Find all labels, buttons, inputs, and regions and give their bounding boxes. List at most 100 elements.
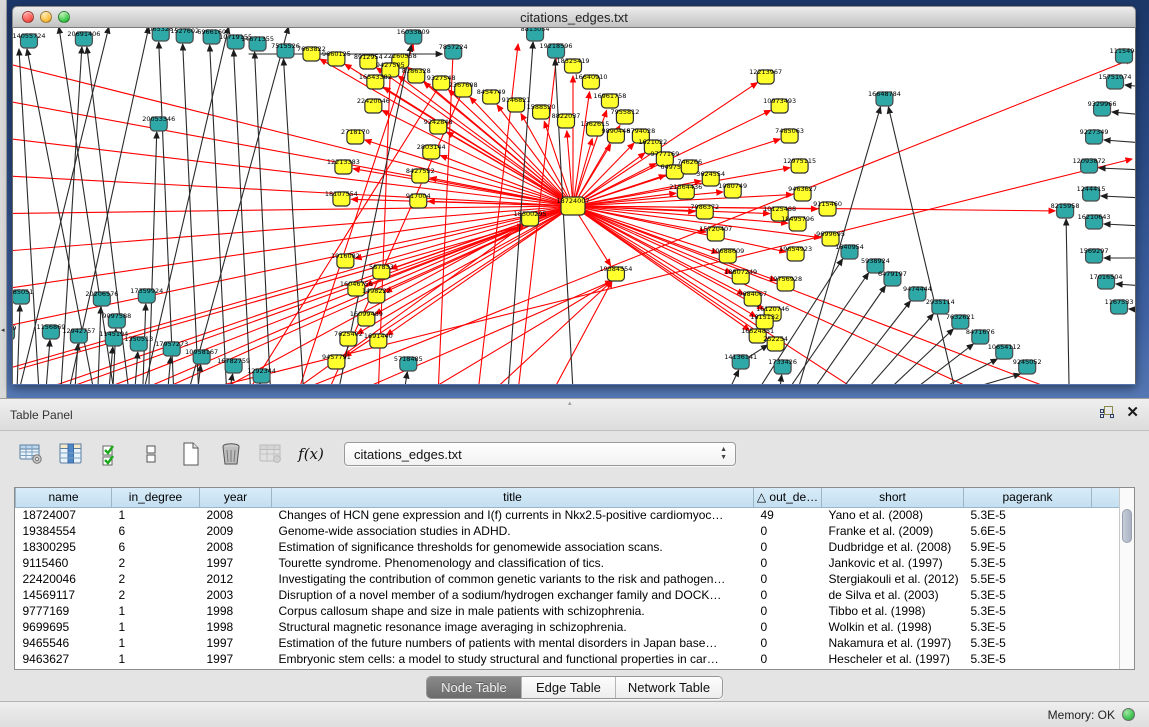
table-cell[interactable]: Franke et al. (2009) (822, 523, 964, 539)
table-cell[interactable]: 19384554 (16, 523, 112, 539)
graph-node[interactable]: 18724007 (557, 197, 590, 215)
table-cell[interactable]: 5.3E-5 (964, 651, 1092, 667)
table-cell[interactable]: 1997 (200, 635, 272, 651)
table-row[interactable]: 1872400712008Changes of HCN gene express… (16, 507, 1122, 523)
graph-node[interactable]: 9463627 (788, 185, 817, 201)
citation-edge[interactable] (780, 375, 782, 384)
table-row[interactable]: 2242004622012Investigating the contribut… (16, 571, 1122, 587)
close-panel-icon[interactable]: ✕ (1126, 405, 1139, 420)
graph-node[interactable]: 1640954 (835, 243, 864, 259)
graph-node[interactable]: 9245052 (1013, 358, 1042, 374)
table-cell[interactable]: 0 (754, 635, 822, 651)
table-cell[interactable]: Estimation of significance thresholds fo… (272, 539, 754, 555)
graph-node[interactable]: 8471676 (966, 328, 995, 344)
table-cell[interactable]: 9115460 (16, 555, 112, 571)
table-row[interactable]: 946554611997Estimation of the future num… (16, 635, 1122, 651)
graph-node[interactable]: 8822037 (552, 112, 581, 128)
table-row[interactable]: 1938455462009Genome-wide association stu… (16, 523, 1122, 539)
table-select-dropdown[interactable]: citations_edges.txt ▲▼ (344, 442, 736, 466)
graph-node[interactable]: 1115498 (1110, 47, 1135, 63)
citation-edge[interactable] (17, 305, 20, 384)
table-cell[interactable]: 2009 (200, 523, 272, 539)
graph-node[interactable]: 9684067 (738, 290, 767, 306)
citation-edge[interactable] (159, 42, 174, 384)
table-cell[interactable]: Hescheler et al. (1997) (822, 651, 964, 667)
column-header-year[interactable]: year (200, 488, 272, 507)
citation-edge[interactable] (1099, 168, 1135, 170)
citation-edge[interactable] (144, 28, 229, 384)
graph-node[interactable]: 14055724 (13, 32, 45, 48)
graph-node[interactable]: 10958167 (185, 348, 218, 364)
table-cell[interactable]: 2008 (200, 539, 272, 555)
graph-node[interactable]: 185051 (13, 288, 33, 304)
graph-node[interactable]: 9242848 (424, 118, 453, 134)
graph-node[interactable]: 16640910 (574, 73, 607, 89)
table-cell[interactable]: 1 (112, 635, 200, 651)
graph-node[interactable]: 1916082 (331, 252, 360, 268)
table-cell[interactable]: 9463627 (16, 651, 112, 667)
table-cell[interactable]: 22420046 (16, 571, 112, 587)
table-cell[interactable]: 6 (112, 539, 200, 555)
graph-node[interactable]: 14671355 (241, 35, 274, 51)
graph-node[interactable]: 10973493 (763, 97, 796, 113)
delete-button[interactable] (218, 441, 244, 467)
graph-node[interactable]: 1292344 (247, 367, 276, 383)
graph-node[interactable]: 1080749 (718, 182, 747, 198)
table-cell[interactable]: 1997 (200, 651, 272, 667)
graph-node[interactable]: 1350513 (124, 335, 153, 351)
graph-node[interactable]: 16543382 (359, 73, 392, 89)
table-cell[interactable]: 5.3E-5 (964, 507, 1092, 523)
citation-edge[interactable] (888, 107, 955, 384)
citation-edge[interactable] (567, 131, 573, 206)
table-cell[interactable]: 18300295 (16, 539, 112, 555)
network-graph[interactable]: 1872400776638229660125891295422260558942… (13, 28, 1135, 384)
graph-node[interactable]: 18107554 (325, 190, 358, 206)
graph-node[interactable]: 8813054 (521, 28, 550, 41)
table-cell[interactable]: 18724007 (16, 507, 112, 523)
citation-edge[interactable] (555, 59, 573, 384)
graph-node[interactable]: 16782759 (217, 357, 250, 373)
graph-node[interactable]: 16648784 (868, 90, 901, 106)
graph-node[interactable]: 5718485 (394, 355, 423, 371)
table-cell[interactable]: Yano et al. (2008) (822, 507, 964, 523)
table-cell[interactable]: 1 (112, 603, 200, 619)
table-cell[interactable]: 5.3E-5 (964, 603, 1092, 619)
table-cell[interactable]: Disruption of a novel member of a sodium… (272, 587, 754, 603)
table-cell[interactable]: 2 (112, 555, 200, 571)
table-header-row[interactable]: namein_degreeyeartitle△ out_de…shortpage… (16, 488, 1122, 507)
table-cell[interactable]: 5.6E-5 (964, 523, 1092, 539)
table-cell[interactable]: 0 (754, 555, 822, 571)
graph-node[interactable]: 2718170 (341, 128, 370, 144)
tab-network-table[interactable]: Network Table (615, 677, 722, 698)
table-cell[interactable]: 6 (112, 523, 200, 539)
table-cell[interactable]: 9465546 (16, 635, 112, 651)
graph-node[interactable]: 8427552 (406, 167, 435, 183)
float-window-icon[interactable] (1100, 406, 1114, 419)
graph-node[interactable]: 7955812 (610, 108, 639, 124)
column-header-name[interactable]: name (16, 488, 112, 507)
table-cell[interactable]: Structural magnetic resonance image aver… (272, 619, 754, 635)
panel-collapse-arrow[interactable]: ◂ (1, 326, 5, 334)
table-cell[interactable]: 2008 (200, 507, 272, 523)
graph-node[interactable]: 12093872 (1073, 157, 1106, 173)
graph-node[interactable]: 18495796 (781, 215, 814, 231)
graph-node[interactable]: 19218596 (540, 42, 573, 58)
graph-node[interactable]: 10654112 (988, 343, 1021, 359)
table-cell[interactable]: 1 (112, 619, 200, 635)
graph-node[interactable]: 19756928 (769, 275, 802, 291)
graph-node[interactable]: 12213967 (749, 68, 782, 84)
table-cell[interactable]: 5.3E-5 (964, 587, 1092, 603)
graph-node[interactable]: 17016504 (1090, 273, 1123, 289)
splitter-handle[interactable]: ▴ (568, 401, 578, 406)
graph-node[interactable]: 9115460 (813, 200, 842, 216)
table-cell[interactable]: 2012 (200, 571, 272, 587)
select-columns-button[interactable] (98, 441, 124, 467)
graph-node[interactable]: 17957273 (155, 340, 188, 356)
window-titlebar[interactable]: citations_edges.txt (12, 6, 1136, 28)
table-cell[interactable]: Jankovic et al. (1997) (822, 555, 964, 571)
citation-edge[interactable] (865, 314, 933, 384)
graph-node[interactable]: 8215958 (1051, 202, 1080, 218)
table-cell[interactable]: 0 (754, 539, 822, 555)
scrollbar-thumb[interactable] (1122, 509, 1132, 543)
table-cell[interactable]: 14569117 (16, 587, 112, 603)
